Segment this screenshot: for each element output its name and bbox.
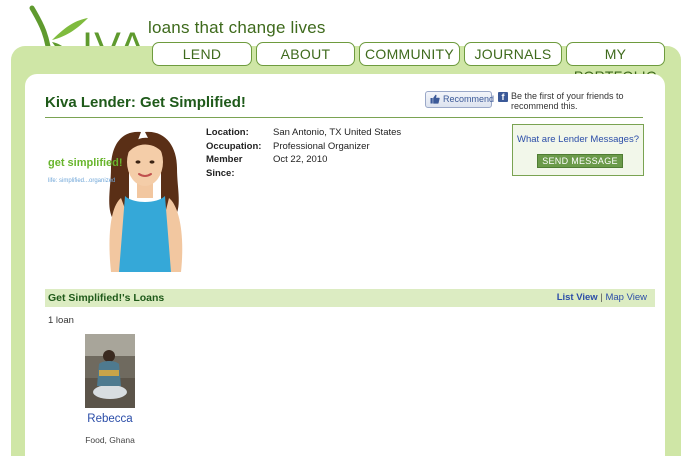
lender-details: Location: San Antonio, TX United States … xyxy=(206,126,401,180)
detail-label: Member Since: xyxy=(206,154,243,179)
lender-profile-image xyxy=(45,124,205,274)
loan-card: Rebecca Food, Ghana xyxy=(75,334,145,445)
page-title: Kiva Lender: Get Simplified! xyxy=(45,94,246,111)
borrower-photo[interactable] xyxy=(85,334,135,408)
nav-lend[interactable]: LEND xyxy=(152,42,252,66)
detail-location: Location: San Antonio, TX United States xyxy=(206,126,401,140)
send-message-button[interactable]: SEND MESSAGE xyxy=(537,154,623,168)
facebook-icon: f xyxy=(498,92,508,102)
thumbs-up-icon xyxy=(430,94,440,104)
list-view-link[interactable]: List View xyxy=(557,292,598,303)
detail-member-since: Member Since: Oct 22, 2010 xyxy=(206,153,401,180)
nav-my-portfolio[interactable]: MY PORTFOLIO xyxy=(566,42,665,84)
lender-messages-link[interactable]: What are Lender Messages? xyxy=(513,134,643,145)
title-divider xyxy=(45,117,643,118)
view-separator: | xyxy=(600,292,603,303)
loans-header: Get Simplified!'s Loans List View | Map … xyxy=(45,289,655,307)
detail-value: Professional Organizer xyxy=(273,140,370,152)
profile-image-subtitle: life: simplified...organized xyxy=(48,178,116,184)
loan-sector-country: Food, Ghana xyxy=(85,435,135,445)
recommend-button[interactable]: Recommend xyxy=(425,91,495,108)
profile-image-title: get simplified! xyxy=(48,157,123,169)
detail-label: Location: xyxy=(206,127,249,138)
borrower-name-link[interactable]: Rebecca xyxy=(75,413,145,425)
map-view-link[interactable]: Map View xyxy=(605,292,647,303)
detail-value: San Antonio, TX United States xyxy=(273,127,402,138)
loans-section-title: Get Simplified!'s Loans xyxy=(48,292,165,304)
nav-about[interactable]: ABOUT xyxy=(256,42,355,66)
nav-journals[interactable]: JOURNALS xyxy=(464,42,562,66)
content-panel: Kiva Lender: Get Simplified! Recommend f… xyxy=(25,74,665,456)
detail-label: Occupation: xyxy=(206,140,262,152)
tagline: loans that change lives xyxy=(148,18,326,37)
detail-occupation: Occupation: Professional Organizer xyxy=(206,140,401,154)
facebook-social-text: Be the first of your friends to recommen… xyxy=(511,91,624,111)
view-toggle: List View | Map View xyxy=(557,292,647,303)
nav-community[interactable]: COMMUNITY xyxy=(359,42,460,66)
lender-messages-box: What are Lender Messages? SEND MESSAGE xyxy=(512,124,644,176)
detail-value: Oct 22, 2010 xyxy=(273,154,328,165)
loan-count: 1 loan xyxy=(48,315,74,326)
recommend-label: Recommend xyxy=(443,94,495,104)
